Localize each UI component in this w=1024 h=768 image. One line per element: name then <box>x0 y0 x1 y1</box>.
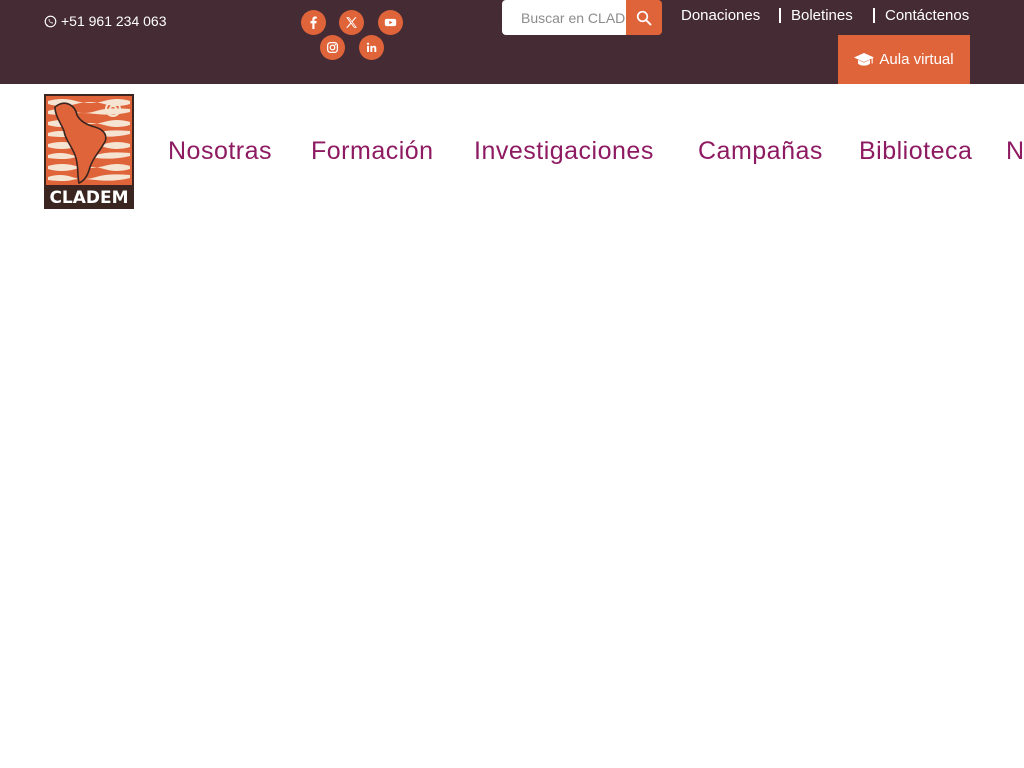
nav-item-partial[interactable]: N <box>1006 137 1024 166</box>
aula-virtual-label: Aula virtual <box>879 51 954 68</box>
linkedin-icon <box>366 42 377 52</box>
whatsapp-icon <box>44 15 57 27</box>
contactenos-link[interactable]: Contáctenos <box>885 7 969 24</box>
link-separator <box>779 8 781 23</box>
nav-item-formacion[interactable]: Formación <box>311 137 434 166</box>
search-form <box>502 0 662 35</box>
nav-item-investigaciones[interactable]: Investigaciones <box>474 137 654 166</box>
logo-text: CLADEM <box>49 188 128 208</box>
nav-item-nosotras[interactable]: Nosotras <box>168 137 272 166</box>
link-separator <box>873 8 875 23</box>
cladem-logo[interactable]: CLADEM <box>44 94 134 209</box>
top-bar: +51 961 234 063 Donaciones Boletines Con… <box>0 0 1024 84</box>
boletines-link[interactable]: Boletines <box>791 7 853 24</box>
logo-image: CLADEM <box>44 94 134 209</box>
phone-contact[interactable]: +51 961 234 063 <box>44 13 167 29</box>
donaciones-link[interactable]: Donaciones <box>681 7 760 24</box>
x-twitter-icon <box>346 17 357 28</box>
linkedin-button[interactable] <box>359 35 384 60</box>
instagram-icon <box>326 41 339 54</box>
youtube-icon <box>384 18 397 27</box>
x-twitter-button[interactable] <box>339 10 364 35</box>
search-button[interactable] <box>626 0 662 35</box>
search-icon <box>636 10 652 25</box>
nav-item-biblioteca[interactable]: Biblioteca <box>859 137 972 166</box>
facebook-icon <box>310 16 317 29</box>
aula-virtual-button[interactable]: Aula virtual <box>838 35 970 84</box>
youtube-button[interactable] <box>378 10 403 35</box>
facebook-button[interactable] <box>301 10 326 35</box>
graduation-cap-icon <box>854 52 875 66</box>
search-input[interactable] <box>502 0 626 35</box>
phone-number: +51 961 234 063 <box>61 13 167 29</box>
nav-item-campanas[interactable]: Campañas <box>698 137 823 166</box>
instagram-button[interactable] <box>320 35 345 60</box>
